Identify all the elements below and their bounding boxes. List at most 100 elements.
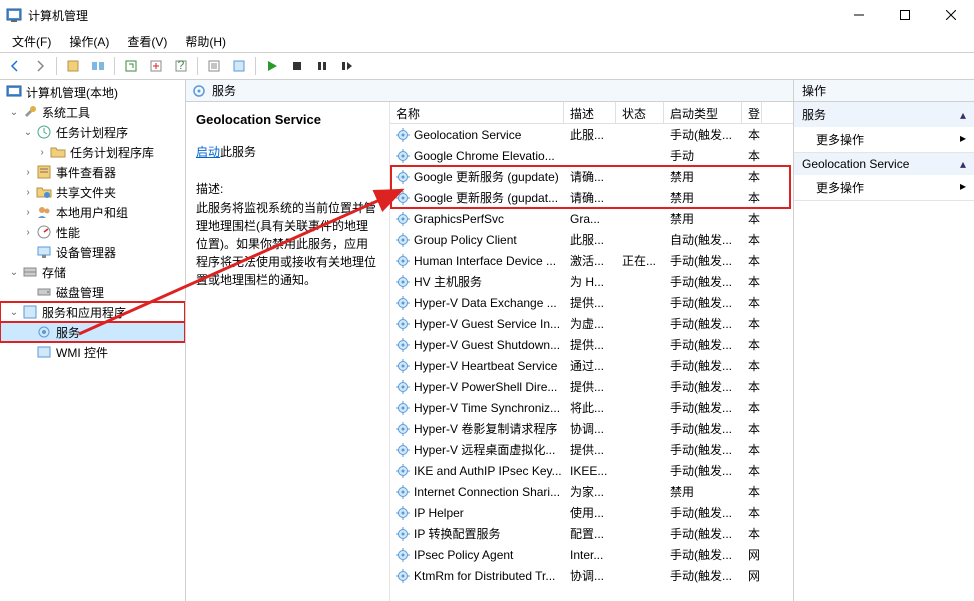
gear-icon xyxy=(396,401,410,415)
service-row[interactable]: Hyper-V 卷影复制请求程序协调...手动(触发...本 xyxy=(390,418,793,439)
col-desc[interactable]: 描述 xyxy=(564,102,616,123)
service-row[interactable]: IPsec Policy AgentInter...手动(触发...网 xyxy=(390,544,793,565)
service-row[interactable]: Hyper-V Time Synchroniz...将此...手动(触发...本 xyxy=(390,397,793,418)
col-status[interactable]: 状态 xyxy=(616,102,664,123)
expand-icon[interactable]: › xyxy=(22,187,34,198)
expand-icon[interactable]: › xyxy=(36,147,48,158)
tree-disk-management[interactable]: 磁盘管理 xyxy=(0,282,185,302)
tree-sys-tools[interactable]: ⌄ 系统工具 xyxy=(0,102,185,122)
tree-task-library[interactable]: › 任务计划程序库 xyxy=(0,142,185,162)
maximize-button[interactable] xyxy=(882,0,928,30)
tree-device-manager[interactable]: 设备管理器 xyxy=(0,242,185,262)
service-row[interactable]: IP Helper使用...手动(触发...本 xyxy=(390,502,793,523)
service-row[interactable]: Hyper-V Guest Service In...为虚...手动(触发...… xyxy=(390,313,793,334)
service-name: Hyper-V PowerShell Dire... xyxy=(414,380,557,394)
service-startup: 手动(触发... xyxy=(664,357,742,374)
tb-icon-2[interactable] xyxy=(87,55,109,77)
action-section-services[interactable]: 服务 ▴ xyxy=(794,102,974,127)
service-logon: 本 xyxy=(742,504,762,521)
service-row[interactable]: Human Interface Device ...激活...正在...手动(触… xyxy=(390,250,793,271)
back-button[interactable] xyxy=(4,55,26,77)
toolbar: ? xyxy=(0,52,974,80)
col-name[interactable]: 名称 xyxy=(390,102,564,123)
service-name: IKE and AuthIP IPsec Key... xyxy=(414,464,562,478)
service-row[interactable]: Geolocation Service此服...手动(触发...本 xyxy=(390,124,793,145)
service-name: HV 主机服务 xyxy=(414,273,482,290)
tree-shared-folders[interactable]: › 共享文件夹 xyxy=(0,182,185,202)
tree-local-users[interactable]: › 本地用户和组 xyxy=(0,202,185,222)
service-row[interactable]: Google 更新服务 (gupdat...请确...禁用本 xyxy=(390,187,793,208)
service-row[interactable]: IP 转换配置服务配置...手动(触发...本 xyxy=(390,523,793,544)
tb-icon-1[interactable] xyxy=(62,55,84,77)
service-row[interactable]: KtmRm for Distributed Tr...协调...手动(触发...… xyxy=(390,565,793,586)
service-row[interactable]: Google 更新服务 (gupdate)请确...禁用本 xyxy=(390,166,793,187)
tree-services-apps[interactable]: ⌄ 服务和应用程序 xyxy=(0,302,185,322)
tree-performance[interactable]: › 性能 xyxy=(0,222,185,242)
service-logon: 本 xyxy=(742,525,762,542)
col-startup[interactable]: 启动类型 xyxy=(664,102,742,123)
expand-icon[interactable]: ⌄ xyxy=(8,107,20,118)
service-startup: 手动(触发... xyxy=(664,315,742,332)
service-row[interactable]: GraphicsPerfSvcGra...禁用本 xyxy=(390,208,793,229)
service-row[interactable]: Group Policy Client此服...自动(触发...本 xyxy=(390,229,793,250)
service-row[interactable]: Hyper-V Guest Shutdown...提供...手动(触发...本 xyxy=(390,334,793,355)
service-desc: 将此... xyxy=(564,399,616,416)
expand-icon[interactable]: › xyxy=(22,207,34,218)
service-name: Internet Connection Shari... xyxy=(414,485,560,499)
forward-button[interactable] xyxy=(29,55,51,77)
service-logon: 本 xyxy=(742,441,762,458)
tb-help-button[interactable]: ? xyxy=(170,55,192,77)
close-button[interactable] xyxy=(928,0,974,30)
tb-icon-3[interactable] xyxy=(228,55,250,77)
service-row[interactable]: Google Chrome Elevatio...手动本 xyxy=(390,145,793,166)
tree-label: 任务计划程序 xyxy=(56,124,128,141)
minimize-button[interactable] xyxy=(836,0,882,30)
col-logon[interactable]: 登 xyxy=(742,102,762,123)
tree-event-viewer[interactable]: › 事件查看器 xyxy=(0,162,185,182)
service-row[interactable]: Hyper-V PowerShell Dire...提供...手动(触发...本 xyxy=(390,376,793,397)
tb-properties-button[interactable] xyxy=(203,55,225,77)
expand-icon[interactable]: ⌄ xyxy=(8,307,20,318)
service-row[interactable]: Hyper-V Data Exchange ...提供...手动(触发...本 xyxy=(390,292,793,313)
expand-icon[interactable]: ⌄ xyxy=(8,267,20,278)
tree-wmi[interactable]: WMI 控件 xyxy=(0,342,185,362)
start-service-button[interactable] xyxy=(261,55,283,77)
window-title: 计算机管理 xyxy=(28,7,836,24)
service-row[interactable]: Internet Connection Shari...为家...禁用本 xyxy=(390,481,793,502)
gear-icon xyxy=(396,191,410,205)
tree-label: 计算机管理(本地) xyxy=(26,84,118,101)
service-row[interactable]: IKE and AuthIP IPsec Key...IKEE...手动(触发.… xyxy=(390,460,793,481)
gear-icon xyxy=(396,506,410,520)
titlebar: 计算机管理 xyxy=(0,0,974,30)
service-logon: 本 xyxy=(742,168,762,185)
action-more-1[interactable]: 更多操作 ▸ xyxy=(794,127,974,152)
expand-icon[interactable]: ⌄ xyxy=(22,127,34,138)
service-name: Human Interface Device ... xyxy=(414,254,556,268)
start-link[interactable]: 启动 xyxy=(196,145,220,159)
tb-refresh-button[interactable] xyxy=(120,55,142,77)
gear-icon xyxy=(396,359,410,373)
expand-icon[interactable]: › xyxy=(22,227,34,238)
service-row[interactable]: Hyper-V Heartbeat Service通过...手动(触发...本 xyxy=(390,355,793,376)
pause-service-button[interactable] xyxy=(311,55,333,77)
action-more-2[interactable]: 更多操作 ▸ xyxy=(794,175,974,200)
tree-root[interactable]: 计算机管理(本地) xyxy=(0,82,185,102)
restart-service-button[interactable] xyxy=(336,55,358,77)
menu-file[interactable]: 文件(F) xyxy=(4,31,59,52)
service-desc: 提供... xyxy=(564,441,616,458)
list-body[interactable]: Geolocation Service此服...手动(触发...本Google … xyxy=(390,124,793,601)
service-startup: 手动(触发... xyxy=(664,441,742,458)
service-row[interactable]: Hyper-V 远程桌面虚拟化...提供...手动(触发...本 xyxy=(390,439,793,460)
tree-storage[interactable]: ⌄ 存储 xyxy=(0,262,185,282)
menu-view[interactable]: 查看(V) xyxy=(119,31,175,52)
expand-icon[interactable]: › xyxy=(22,167,34,178)
service-name: Hyper-V Time Synchroniz... xyxy=(414,401,560,415)
tree-services[interactable]: 服务 xyxy=(0,322,185,342)
menu-action[interactable]: 操作(A) xyxy=(61,31,117,52)
service-row[interactable]: HV 主机服务为 H...手动(触发...本 xyxy=(390,271,793,292)
tree-task-scheduler[interactable]: ⌄ 任务计划程序 xyxy=(0,122,185,142)
stop-service-button[interactable] xyxy=(286,55,308,77)
tb-export-button[interactable] xyxy=(145,55,167,77)
menu-help[interactable]: 帮助(H) xyxy=(177,31,234,52)
action-section-selected[interactable]: Geolocation Service ▴ xyxy=(794,153,974,175)
